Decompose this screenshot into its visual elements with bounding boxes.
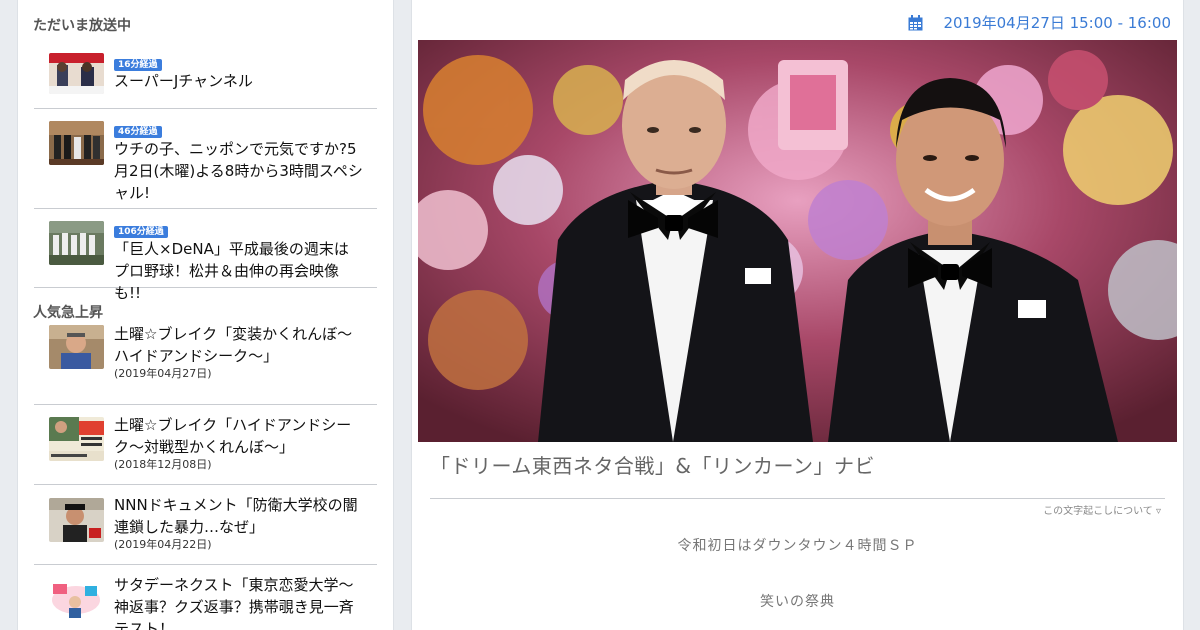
- program-title-heading: 「ドリーム東西ネタ合戦」&「リンカーン」ナビ: [430, 454, 875, 478]
- on-air-section-title: ただいま放送中: [33, 18, 131, 34]
- program-thumbnail[interactable]: [49, 578, 104, 622]
- sidebar: ただいま放送中 16分経過 スーパーJチャンネル 46分経過 ウチの子、ニッポン…: [17, 0, 394, 630]
- air-time: 2019年04月27日 15:00 - 16:00: [908, 12, 1171, 33]
- trending-item[interactable]: 土曜☆ブレイク「ハイドアンドシーク～対戦型かくれんぼ～」 (2018年12月08…: [34, 405, 377, 485]
- program-hero-image: [418, 40, 1177, 442]
- on-air-item[interactable]: 16分経過 スーパーJチャンネル: [34, 38, 377, 109]
- program-thumbnail[interactable]: [49, 221, 104, 265]
- program-detail: 2019年04月27日 15:00 - 16:00 「ドリーム東西ネタ合戦」&「…: [411, 0, 1184, 630]
- program-title[interactable]: サタデーネクスト「東京恋愛大学～神返事？クズ返事？携帯覗き見一斉テスト！: [114, 574, 363, 630]
- program-title[interactable]: 土曜☆ブレイク「変装かくれんぼ～ハイドアンドシーク～」: [114, 323, 363, 367]
- calendar-icon: [908, 14, 923, 31]
- program-thumbnail[interactable]: [49, 53, 104, 94]
- program-title[interactable]: スーパーJチャンネル: [114, 70, 363, 92]
- elapsed-badge: 106分経過: [114, 226, 168, 238]
- trending-item[interactable]: サタデーネクスト「東京恋愛大学～神返事？クズ返事？携帯覗き見一斉テスト！: [34, 565, 377, 630]
- program-title[interactable]: 土曜☆ブレイク「ハイドアンドシーク～対戦型かくれんぼ～」: [114, 414, 363, 458]
- program-date: (2019年04月27日): [114, 367, 212, 380]
- on-air-item[interactable]: 46分経過 ウチの子、ニッポンで元気ですか?5月2日(木曜)よる8時から3時間ス…: [34, 109, 377, 209]
- program-thumbnail[interactable]: [49, 121, 104, 165]
- trending-item[interactable]: NNNドキュメント「防衛大学校の闇 連鎖した暴力…なぜ」 (2019年04月22…: [34, 485, 377, 565]
- program-title[interactable]: ウチの子、ニッポンで元気ですか?5月2日(木曜)よる8時から3時間スペシャル!: [114, 138, 363, 204]
- air-time-text: 2019年04月27日 15:00 - 16:00: [943, 14, 1171, 32]
- transcript-info-link[interactable]: この文字起こしについて ▿: [1043, 502, 1161, 517]
- program-title[interactable]: NNNドキュメント「防衛大学校の闇 連鎖した暴力…なぜ」: [114, 494, 363, 538]
- program-thumbnail[interactable]: [49, 325, 104, 369]
- elapsed-badge: 46分経過: [114, 126, 162, 138]
- program-thumbnail[interactable]: [49, 498, 104, 542]
- program-title[interactable]: 「巨人×DeNA」平成最後の週末はプロ野球！松井＆由伸の再会映像も!!: [114, 238, 363, 304]
- trending-item[interactable]: 土曜☆ブレイク「変装かくれんぼ～ハイドアンドシーク～」 (2019年04月27日…: [34, 325, 377, 405]
- program-date: (2019年04月22日): [114, 538, 212, 551]
- transcript-paragraph: 令和初日はダウンタウン４時間ＳＰ: [677, 538, 918, 554]
- transcript-paragraph: 笑いの祭典: [760, 594, 835, 610]
- program-thumbnail[interactable]: [49, 417, 104, 461]
- on-air-item[interactable]: 106分経過 「巨人×DeNA」平成最後の週末はプロ野球！松井＆由伸の再会映像も…: [34, 209, 377, 302]
- program-date: (2018年12月08日): [114, 458, 212, 471]
- divider: [430, 498, 1165, 499]
